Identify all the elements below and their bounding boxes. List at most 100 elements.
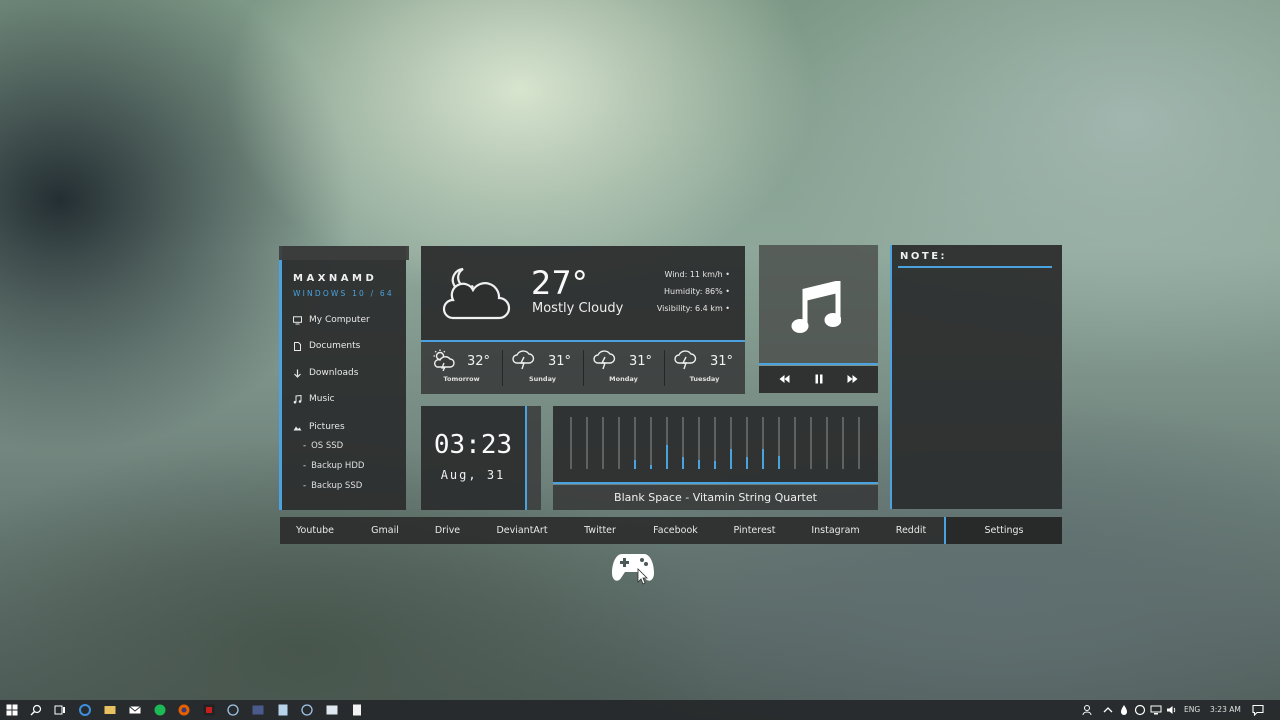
network-icon[interactable]	[1150, 704, 1162, 716]
sidebar-panel: MAXNAMD WINDOWS 10 / 64 My Computer Docu…	[279, 246, 409, 510]
visualizer-level	[730, 449, 732, 469]
fast-forward-icon[interactable]	[847, 374, 858, 384]
sidebar-item-label: Downloads	[309, 368, 359, 378]
sidebar-subitem-os-ssd[interactable]: OS SSD	[303, 441, 343, 451]
forecast-temp: 31°	[629, 354, 653, 369]
clock-side-strip	[527, 406, 541, 510]
forecast-day-label: Tomorrow	[443, 375, 480, 383]
sidebar-subitem-backup-ssd[interactable]: Backup SSD	[303, 481, 362, 491]
sidebar-item-my-computer[interactable]: My Computer	[293, 315, 370, 325]
chevron-up-icon[interactable]	[1102, 704, 1114, 716]
visualizer-level	[778, 456, 780, 469]
audio-visualizer	[553, 406, 878, 484]
thunderstorm-icon	[674, 350, 697, 370]
forecast-day: 31° Monday	[583, 342, 664, 394]
brand-subtitle: WINDOWS 10 / 64	[293, 289, 394, 298]
download-arrow-icon	[294, 369, 301, 378]
search-icon[interactable]	[30, 704, 42, 716]
forecast-temp: 31°	[548, 354, 572, 369]
app-red-icon[interactable]	[203, 704, 215, 716]
link-drive[interactable]: Drive	[420, 517, 475, 544]
forecast-day-label: Monday	[609, 375, 638, 383]
forecast-day: 31° Sunday	[502, 342, 583, 394]
forecast-day: 32° Tomorrow	[421, 342, 502, 394]
visualizer-bar	[682, 417, 684, 469]
volume-icon[interactable]	[1166, 704, 1178, 716]
steam-tray-icon[interactable]	[1134, 704, 1146, 716]
brand-name: MAXNAMD	[293, 273, 378, 284]
clock-time: 03:23	[433, 430, 513, 460]
note-panel[interactable]: NOTE:	[890, 245, 1062, 509]
current-temperature: 27°	[531, 264, 588, 302]
sidebar-subitem-backup-hdd[interactable]: Backup HDD	[303, 461, 364, 471]
forecast-temp: 32°	[467, 354, 491, 369]
music-controls	[759, 366, 878, 393]
visualizer-bar	[730, 417, 732, 469]
sidebar-item-music[interactable]: Music	[293, 394, 335, 404]
visualizer-bar	[826, 417, 828, 469]
music-note-icon	[791, 281, 841, 333]
settings-button[interactable]: Settings	[944, 517, 1062, 544]
sidebar-item-label: My Computer	[309, 315, 370, 325]
people-icon[interactable]	[1082, 704, 1094, 716]
link-instagram[interactable]: Instagram	[798, 517, 873, 544]
clock-date: Aug, 31	[440, 468, 506, 482]
firefox-icon[interactable]	[178, 704, 190, 716]
edge-browser-icon[interactable]	[79, 704, 91, 716]
weather-condition: Mostly Cloudy	[532, 301, 624, 316]
visualizer-bar	[858, 417, 860, 469]
file-explorer-icon[interactable]	[104, 704, 116, 716]
notification-center-icon[interactable]	[1252, 704, 1264, 716]
taskbar-clock[interactable]: 3:23 AM	[1210, 704, 1241, 716]
link-twitter[interactable]: Twitter	[565, 517, 635, 544]
monitor-icon	[293, 315, 302, 324]
link-youtube[interactable]: Youtube	[280, 517, 350, 544]
rewind-icon[interactable]	[779, 374, 790, 384]
mail-icon[interactable]	[129, 704, 141, 716]
document-app-icon[interactable]	[351, 704, 363, 716]
app-window-icon[interactable]	[326, 704, 338, 716]
game-controller-icon[interactable]	[611, 551, 655, 585]
pause-icon[interactable]	[815, 374, 823, 384]
link-reddit[interactable]: Reddit	[880, 517, 942, 544]
visualizer-level	[714, 461, 716, 469]
humidity-stat: Humidity: 86%	[664, 287, 730, 296]
now-playing-title: Blank Space - Vitamin String Quartet	[553, 485, 878, 510]
input-language[interactable]: ENG	[1184, 704, 1200, 716]
notepad-icon[interactable]	[277, 704, 289, 716]
droplet-icon[interactable]	[1118, 704, 1130, 716]
app-window-icon[interactable]	[252, 704, 264, 716]
link-deviantart[interactable]: DeviantArt	[483, 517, 561, 544]
spotify-icon[interactable]	[154, 704, 166, 716]
moon-cloud-icon	[442, 267, 511, 320]
steam-icon[interactable]	[227, 704, 239, 716]
thunderstorm-icon	[512, 350, 535, 370]
clock-panel: 03:23 Aug, 31	[421, 406, 527, 510]
album-art-panel	[759, 245, 878, 365]
task-view-icon[interactable]	[54, 704, 66, 716]
visualizer-bar	[794, 417, 796, 469]
visualizer-bar	[602, 417, 604, 469]
steam-icon[interactable]	[301, 704, 313, 716]
visibility-stat: Visibility: 6.4 km	[657, 304, 730, 313]
music-note-icon	[293, 394, 302, 403]
weather-forecast-panel: 32° Tomorrow 31° Sunday 31° Monday 31° T…	[421, 340, 745, 394]
note-title: NOTE:	[900, 251, 948, 262]
weather-panel: 27° Mostly Cloudy Wind: 11 km/h Humidity…	[421, 246, 745, 341]
link-facebook[interactable]: Facebook	[638, 517, 713, 544]
forecast-day-label: Sunday	[528, 375, 556, 383]
sidebar-item-downloads[interactable]: Downloads	[293, 368, 358, 378]
sidebar-item-label: Documents	[309, 341, 361, 351]
visualizer-level	[634, 460, 636, 469]
visualizer-bar	[650, 417, 652, 469]
link-gmail[interactable]: Gmail	[350, 517, 420, 544]
link-pinterest[interactable]: Pinterest	[717, 517, 792, 544]
visualizer-level	[762, 449, 764, 469]
visualizer-bar	[746, 417, 748, 469]
note-underline	[898, 266, 1052, 268]
sidebar-item-pictures[interactable]: Pictures	[293, 422, 345, 432]
sidebar-item-documents[interactable]: Documents	[293, 341, 360, 351]
windows-start-icon[interactable]	[6, 704, 18, 716]
wind-stat: Wind: 11 km/h	[664, 270, 730, 279]
visualizer-bar	[842, 417, 844, 469]
